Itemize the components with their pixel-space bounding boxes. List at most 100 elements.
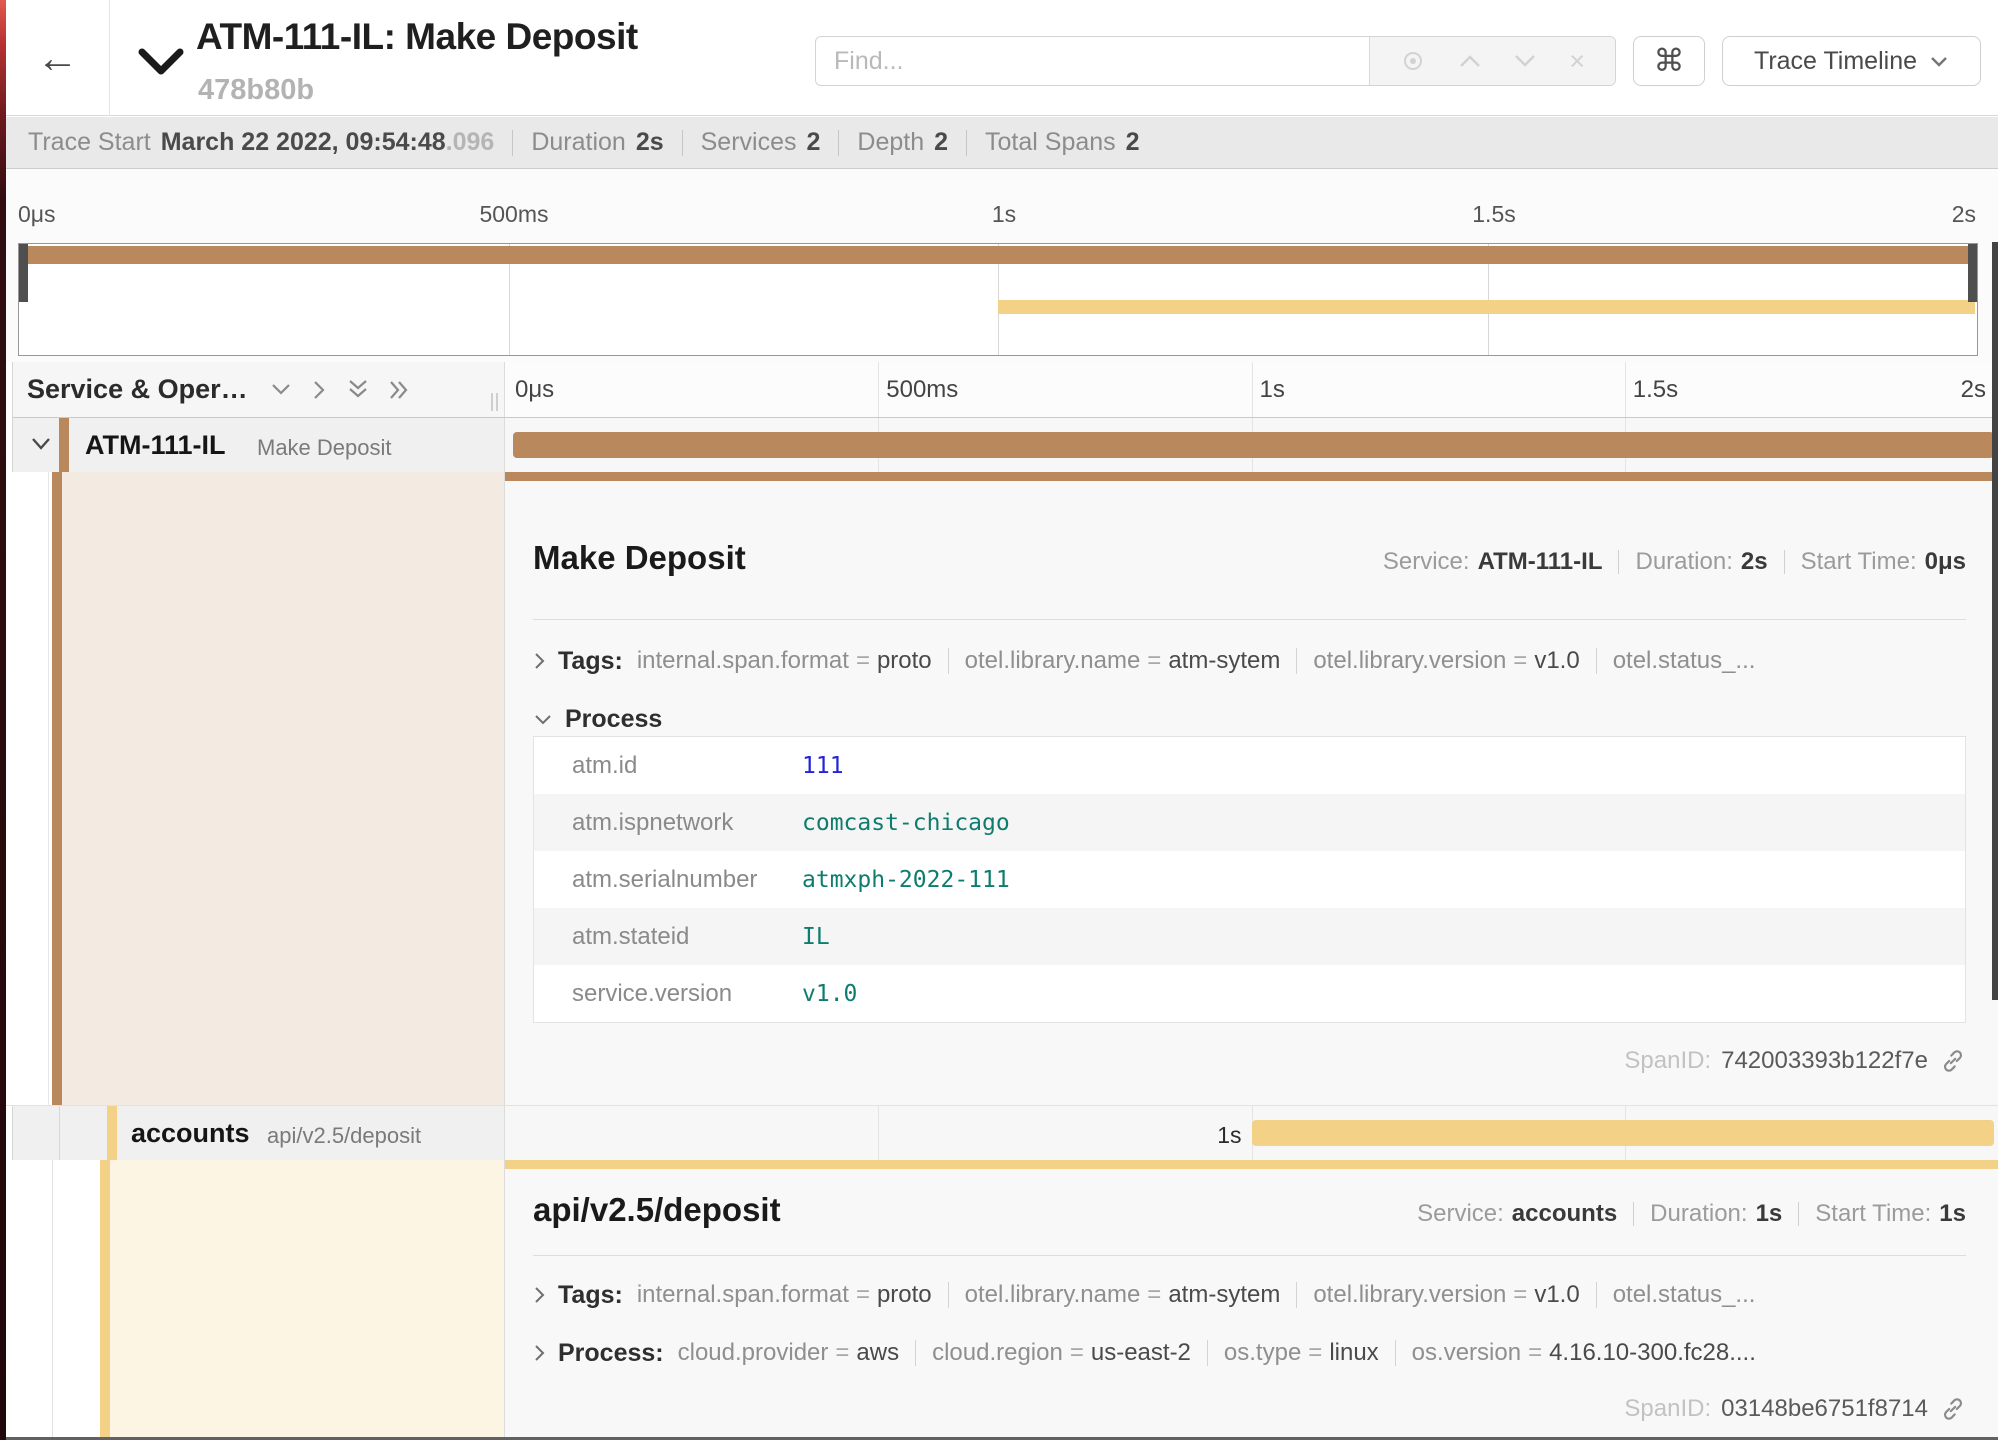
equals: =	[1308, 1339, 1322, 1367]
process-table: atm.id 111 atm.ispnetwork comcast-chicag…	[533, 736, 1966, 1023]
detail-accent-strip-accounts	[505, 1160, 1998, 1169]
equals: =	[856, 1281, 870, 1309]
process-table-row: atm.id 111	[534, 737, 1965, 794]
tag-key: otel.status_...	[1613, 647, 1756, 675]
span-duration-bar-atm[interactable]	[513, 432, 1994, 458]
collapse-one-button[interactable]	[270, 382, 292, 397]
depth-value: 2	[934, 128, 948, 157]
detail-title-row: api/v2.5/deposit Service: accounts Durat…	[533, 1191, 1966, 1229]
span-name-cell-accounts[interactable]: accounts api/v2.5/deposit	[13, 1106, 505, 1160]
axis-tick: 2s	[1961, 376, 1986, 404]
trace-header: ← ATM-111-IL: Make Deposit 478b80b	[6, 0, 1998, 116]
span-timeline-cell-accounts[interactable]: 1s	[505, 1106, 1998, 1160]
minimap-tick: 500ms	[479, 201, 548, 228]
divider	[533, 619, 1966, 620]
divider	[1296, 648, 1297, 674]
trace-start-ms: .096	[446, 128, 495, 157]
detail-title-row: Make Deposit Service: ATM-111-IL Duratio…	[533, 539, 1966, 577]
span-detail-panel-accounts: api/v2.5/deposit Service: accounts Durat…	[505, 1169, 1998, 1437]
service-value: ATM-111-IL	[1478, 548, 1603, 576]
process-header-atm[interactable]: Process	[533, 697, 1966, 741]
jaeger-trace-page: ← ATM-111-IL: Make Deposit 478b80b	[0, 0, 1998, 1450]
process-value: 4.16.10-300.fc28....	[1549, 1339, 1756, 1367]
span-name-cell-atm[interactable]: ATM-111-IL Make Deposit	[13, 418, 505, 472]
back-button[interactable]: ←	[6, 0, 110, 116]
gridline	[878, 1106, 879, 1160]
duration-value: 1s	[1756, 1200, 1783, 1228]
detail-left-gutter-atm	[6, 472, 505, 1105]
process-key: os.version	[1412, 1339, 1521, 1367]
tag-value: v1.0	[1534, 1281, 1579, 1309]
chevron-right-icon	[533, 651, 546, 671]
process-value: us-east-2	[1091, 1339, 1191, 1367]
gridline	[878, 362, 879, 417]
tag-value: atm-sytem	[1168, 1281, 1280, 1309]
find-next-icon[interactable]	[1513, 53, 1537, 69]
chevron-right-icon	[533, 1343, 546, 1363]
equals: =	[1513, 1281, 1527, 1309]
span-service-name: accounts	[131, 1118, 250, 1149]
collapse-all-button[interactable]	[347, 379, 369, 401]
find-input[interactable]	[816, 37, 1369, 85]
span-timeline-cell-atm[interactable]	[505, 418, 1998, 472]
timeline-minimap: 0μs 500ms 1s 1.5s 2s	[6, 169, 1998, 362]
spanid-value: 03148be6751f8714	[1721, 1395, 1928, 1423]
expand-one-button[interactable]	[312, 379, 327, 401]
divider	[1596, 648, 1597, 674]
indent-guide	[52, 1160, 53, 1437]
minimap-viewport[interactable]	[18, 243, 1978, 356]
process-value: aws	[856, 1339, 899, 1367]
keyboard-shortcuts-button[interactable]: ⌘	[1633, 36, 1705, 86]
chevron-down-icon	[138, 48, 184, 76]
double-chevron-down-icon	[347, 379, 369, 401]
process-key: atm.ispnetwork	[572, 809, 802, 837]
service-operation-title: Service & Oper…	[27, 374, 248, 405]
minimap-span-bar-accounts	[998, 300, 1975, 314]
span-detail-panel-atm: Make Deposit Service: ATM-111-IL Duratio…	[505, 481, 1998, 1105]
indent-guide	[59, 1106, 60, 1160]
tag-value: proto	[877, 1281, 932, 1309]
find-controls: ×	[1369, 37, 1615, 85]
focus-target-icon[interactable]	[1400, 48, 1426, 74]
minimap-scrubber-left[interactable]	[19, 244, 28, 302]
column-resize-grip[interactable]	[491, 393, 498, 411]
tags-row-atm[interactable]: Tags: internal.span.format = proto otel.…	[533, 639, 1966, 683]
span-row-accounts[interactable]: accounts api/v2.5/deposit 1s	[6, 1105, 1998, 1160]
process-value: 111	[802, 753, 844, 779]
process-row-accounts[interactable]: Process: cloud.provider = aws cloud.regi…	[533, 1331, 1966, 1375]
span-duration-bar-accounts[interactable]	[1252, 1120, 1995, 1146]
axis-tick: 1s	[1260, 376, 1285, 404]
find-prev-icon[interactable]	[1458, 53, 1482, 69]
equals: =	[856, 647, 870, 675]
process-value: v1.0	[802, 981, 857, 1007]
detail-accent-strip-atm	[505, 472, 1998, 481]
duration-label: Duration:	[1635, 548, 1732, 576]
find-clear-icon[interactable]: ×	[1569, 48, 1585, 75]
expand-all-button[interactable]	[389, 379, 411, 401]
service-operation-header: Service & Oper…	[13, 362, 505, 418]
span-row-atm[interactable]: ATM-111-IL Make Deposit	[6, 418, 1998, 472]
tags-label: Tags:	[558, 647, 623, 676]
trace-start-label: Trace Start	[28, 128, 151, 157]
view-selector-button[interactable]: Trace Timeline	[1722, 36, 1981, 86]
detail-left-fill-accounts	[110, 1160, 504, 1437]
tag-value: atm-sytem	[1168, 647, 1280, 675]
scrollbar-thumb[interactable]	[1992, 242, 1998, 1000]
start-time-label: Start Time:	[1801, 548, 1917, 576]
chevron-down-icon	[533, 713, 553, 726]
divider	[533, 1255, 1966, 1256]
tags-row-accounts[interactable]: Tags: internal.span.format = proto otel.…	[533, 1273, 1966, 1317]
process-table-row: atm.stateid IL	[534, 908, 1965, 965]
span-service-name: ATM-111-IL	[85, 430, 226, 461]
minimap-scrubber-right[interactable]	[1968, 244, 1977, 302]
minimap-tick: 1.5s	[1472, 201, 1515, 228]
trace-collapse-chevron[interactable]	[138, 48, 184, 76]
span-table-header: Service & Oper…	[6, 362, 1998, 418]
span-collapse-chevron[interactable]	[29, 436, 53, 452]
spanid-link-icon[interactable]	[1940, 1048, 1966, 1074]
chevron-right-icon	[533, 1285, 546, 1305]
divider	[682, 130, 683, 156]
double-chevron-right-icon	[389, 379, 411, 401]
spanid-link-icon[interactable]	[1940, 1396, 1966, 1422]
back-arrow-icon: ←	[37, 34, 79, 82]
